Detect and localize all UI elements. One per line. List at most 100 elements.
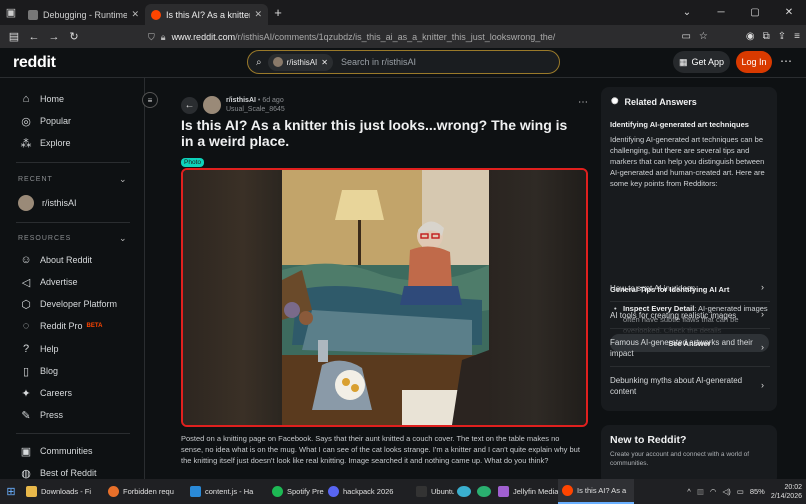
spotify-icon (272, 486, 283, 497)
sidebar-item-press[interactable]: ✎ Press (20, 409, 63, 422)
related-question-item[interactable]: AI tools for creating realistic images (610, 310, 770, 321)
tab-list-icon[interactable]: ⌄ (670, 0, 704, 25)
sidebar-item-about[interactable]: ☺ About Reddit (20, 254, 92, 266)
post-more-options-icon[interactable]: ⋯ (578, 97, 588, 108)
chevron-down-icon[interactable]: ⌄ (119, 233, 127, 244)
related-heading-label: Related Answers (624, 96, 697, 107)
related-question-label: How to spot AI in videos (610, 284, 696, 293)
taskbar-app[interactable]: Forbidden requ (104, 479, 186, 504)
chevron-right-icon: › (761, 380, 764, 390)
discord-icon (328, 486, 339, 497)
sidebar-item-popular[interactable]: ◎ Popular (20, 115, 71, 128)
wifi-icon[interactable]: ◠ (710, 487, 717, 496)
sidebar-item-careers[interactable]: ✦ Careers (20, 387, 72, 400)
start-icon[interactable]: ⊞ (0, 485, 22, 498)
account-icon[interactable]: ◉ (746, 31, 755, 42)
taskbar-app-active[interactable]: Is this AI? As a (558, 479, 634, 504)
url-path: /r/isthisAI/comments/1qzubdz/is_this_ai_… (235, 32, 556, 42)
related-answers-panel: ✺ Related Answers Identifying AI-generat… (601, 87, 777, 411)
subreddit-avatar[interactable] (203, 96, 221, 114)
clock[interactable]: 20:02 2/14/2026 (771, 483, 802, 501)
close-icon[interactable]: ✕ (131, 9, 139, 20)
arrow-left-icon: ← (184, 100, 195, 111)
collapse-sidebar-button[interactable]: ≡ (142, 92, 158, 108)
volume-icon[interactable]: ◁) (722, 487, 730, 496)
login-button[interactable]: Log In (736, 51, 772, 73)
divider (16, 222, 130, 223)
taskbar-app[interactable]: content.js - Ha (186, 479, 268, 504)
reddit-logo[interactable]: reddit (13, 54, 56, 72)
sidebar-item-recent[interactable]: r/isthisAI (18, 195, 77, 211)
tab-actions-icon[interactable]: ▣ (0, 0, 22, 25)
address-bar[interactable]: ⛉ 🔒︎ www.reddit.com /r/isthisAI/comments… (148, 28, 683, 46)
reddit-pro-icon: ◌ (22, 320, 30, 332)
battery-icon[interactable]: ▭ (737, 487, 744, 496)
chevron-down-icon[interactable]: ⌄ (119, 174, 127, 185)
sidebar-item-reddit-pro[interactable]: ◌ Reddit Pro BETA (20, 320, 103, 332)
taskbar-app[interactable]: Ubuntu (412, 479, 454, 504)
close-icon[interactable]: ✕ (254, 9, 262, 20)
qr-code-icon: ▦ (678, 56, 688, 67)
related-question-item[interactable]: Famous AI-generated artworks and their i… (610, 337, 770, 359)
taskbar-app-label: content.js - Ha (205, 487, 254, 496)
bookmark-star-icon[interactable]: ☆ (699, 31, 708, 42)
extensions-icon[interactable]: ⧉ (763, 31, 770, 42)
sidebar-label: Best of Reddit (40, 468, 97, 478)
subreddit-link[interactable]: r/isthisAI (226, 97, 256, 104)
communities-icon: ▣ (20, 445, 32, 458)
reddit-header: reddit ⌕ r/isthisAI ✕ Search in r/isthis… (0, 48, 806, 78)
taskbar-app[interactable]: Downloads - Fi (22, 479, 104, 504)
taskbar-app[interactable]: hackpack 2026 (324, 479, 412, 504)
post-image[interactable] (181, 168, 588, 427)
app-icon[interactable] (457, 486, 471, 497)
related-question-item[interactable]: Debunking myths about AI-generated conte… (610, 375, 770, 397)
post-flair[interactable]: Photo (181, 158, 204, 167)
sidebar-item-blog[interactable]: ▯ Blog (20, 365, 58, 378)
sidebar-toggle-icon[interactable]: ▤ (4, 30, 24, 43)
developer-icon: ⬡ (21, 298, 31, 311)
blog-icon: ▯ (22, 365, 30, 378)
browser-tab-active[interactable]: Is this AI? As a knitter this just lo ✕ (145, 4, 268, 25)
close-window-icon[interactable]: ✕ (772, 0, 806, 25)
minimize-icon[interactable]: ─ (704, 0, 738, 25)
taskbar-app-label: Forbidden requ (123, 487, 174, 496)
sidebar-item-communities[interactable]: ▣ Communities (20, 445, 93, 458)
tab-title: Debugging - Runtime / this-fire (43, 9, 128, 20)
related-question-label: Famous AI-generated artworks and their i… (610, 338, 753, 358)
more-options-icon[interactable]: ⋯ (780, 54, 792, 68)
share-icon[interactable]: ⇪ (778, 31, 786, 42)
menu-icon[interactable]: ≡ (794, 31, 800, 42)
new-tab-button[interactable]: + (268, 5, 288, 20)
taskbar-app-label: Downloads - Fi (41, 487, 92, 496)
taskbar-app[interactable]: Spotify Prem (268, 479, 324, 504)
sidebar-item-developer[interactable]: ⬡ Developer Platform (20, 298, 117, 311)
sidebar-item-best-of[interactable]: ◍ Best of Reddit (20, 467, 97, 480)
sidebar-label: Explore (40, 138, 71, 148)
chevron-up-icon[interactable]: ^ (687, 487, 691, 496)
search-scope-chip[interactable]: r/isthisAI ✕ (267, 53, 333, 71)
sidebar-item-explore[interactable]: ⁂ Explore (20, 137, 71, 150)
browser-tab-bar: ▣ Debugging - Runtime / this-fire ✕ Is t… (0, 0, 806, 25)
new-to-reddit-title: New to Reddit? (610, 434, 687, 446)
divider (610, 366, 770, 367)
reader-view-icon[interactable]: ▭ (681, 31, 690, 42)
sidebar-item-home[interactable]: ⌂ Home (20, 93, 64, 105)
search-placeholder: Search in r/isthisAI (340, 57, 417, 67)
related-question-item[interactable]: How to spot AI in videos (610, 283, 770, 294)
app-icon[interactable] (477, 486, 491, 497)
post-author[interactable]: Usual_Scale_8645 (226, 106, 285, 113)
sidebar-item-help[interactable]: ? Help (20, 343, 59, 355)
search-input[interactable]: ⌕ r/isthisAI ✕ Search in r/isthisAI (247, 50, 560, 74)
forward-icon[interactable]: → (44, 31, 64, 43)
get-app-button[interactable]: ▦ Get App (673, 51, 730, 73)
reload-icon[interactable]: ↻ (64, 30, 84, 43)
browser-tab[interactable]: Debugging - Runtime / this-fire ✕ (22, 4, 145, 25)
sidebar-item-advertise[interactable]: ◁ Advertise (20, 276, 78, 289)
close-icon[interactable]: ✕ (321, 58, 328, 67)
back-icon[interactable]: ← (24, 31, 44, 43)
divider (610, 328, 770, 329)
tray-app-icon[interactable]: ▥ (697, 487, 704, 496)
back-button[interactable]: ← (181, 97, 198, 114)
maximize-icon[interactable]: ▢ (738, 0, 772, 25)
taskbar-app[interactable]: Jellyfin Media (494, 479, 558, 504)
